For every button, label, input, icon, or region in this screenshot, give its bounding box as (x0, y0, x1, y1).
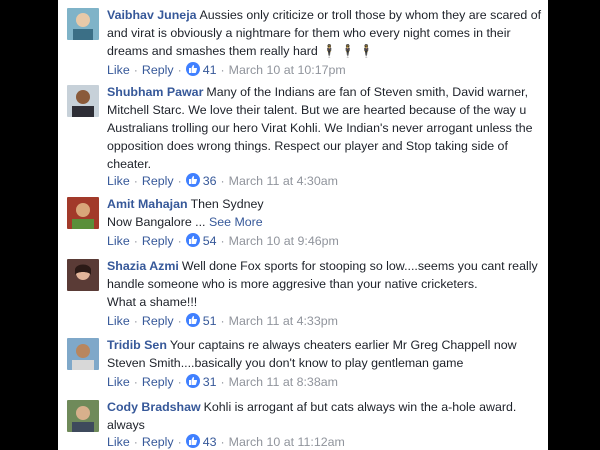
separator-dot: · (133, 234, 138, 248)
separator-dot: · (220, 314, 225, 328)
reply-link[interactable]: Reply (142, 174, 174, 188)
comment-actions: Like · Reply · 54 · March 10 at 9:46pm (107, 233, 339, 249)
comment-actions: Like · Reply · 43 · March 10 at 11:12am (107, 434, 345, 450)
comment-text: Your captains re always cheaters earlier… (107, 338, 517, 370)
thumbs-up-icon (185, 62, 200, 76)
separator-dot: · (133, 435, 138, 449)
comment-body: Shazia Azmi Well done Fox sports for stoo… (107, 257, 543, 311)
separator-dot: · (177, 174, 182, 188)
separator-dot: · (220, 435, 225, 449)
like-link[interactable]: Like (107, 234, 130, 248)
comment-actions: Like · Reply · 36 · March 11 at 4:30am (107, 173, 338, 189)
comment-body: Cody Bradshaw Kohli is arrogant af but ca… (107, 398, 543, 434)
thumbs-up-icon (185, 233, 200, 247)
comment-timestamp[interactable]: March 10 at 10:17pm (229, 63, 346, 77)
avatar[interactable] (67, 259, 99, 291)
separator-dot: · (177, 314, 182, 328)
like-count[interactable]: 31 (203, 375, 217, 389)
comment-body: Shubham Pawar Many of the Indians are fan… (107, 83, 543, 173)
comment-actions: Like · Reply · 31 · March 11 at 8:38am (107, 374, 338, 390)
like-link[interactable]: Like (107, 174, 130, 188)
avatar[interactable] (67, 197, 99, 229)
commenter-name[interactable]: Cody Bradshaw (107, 400, 201, 414)
separator-dot: · (133, 63, 138, 77)
separator-dot: · (220, 234, 225, 248)
emoji-figures: 🕴🕴🕴 (321, 44, 378, 58)
reply-link[interactable]: Reply (142, 63, 174, 77)
comment-timestamp[interactable]: March 11 at 4:33pm (229, 314, 338, 328)
separator-dot: · (177, 435, 182, 449)
like-count[interactable]: 54 (203, 234, 217, 248)
reply-link[interactable]: Reply (142, 375, 174, 389)
comment-timestamp[interactable]: March 10 at 9:46pm (229, 234, 339, 248)
like-link[interactable]: Like (107, 435, 130, 449)
reply-link[interactable]: Reply (142, 234, 174, 248)
separator-dot: · (133, 314, 138, 328)
commenter-name[interactable]: Shubham Pawar (107, 85, 203, 99)
like-count[interactable]: 51 (203, 314, 217, 328)
screenshot-frame: Vaibhav Juneja Aussies only criticize or … (0, 0, 600, 450)
comment-timestamp[interactable]: March 10 at 11:12am (229, 435, 345, 449)
comment-text: Kohli is arrogant af but cats always win… (203, 400, 517, 414)
separator-dot: · (220, 63, 225, 77)
like-link[interactable]: Like (107, 63, 130, 77)
see-more-link[interactable]: See More (209, 215, 263, 229)
like-link[interactable]: Like (107, 314, 130, 328)
commenter-name[interactable]: Tridib Sen (107, 338, 167, 352)
thumbs-up-icon (185, 313, 200, 327)
separator-dot: · (220, 174, 225, 188)
avatar[interactable] (67, 400, 99, 432)
commenter-name[interactable]: Shazia Azmi (107, 259, 179, 273)
commenter-name[interactable]: Vaibhav Juneja (107, 8, 197, 22)
avatar[interactable] (67, 85, 99, 117)
reply-link[interactable]: Reply (142, 435, 174, 449)
comment-text: Then Sydney (190, 197, 264, 211)
like-link[interactable]: Like (107, 375, 130, 389)
separator-dot: · (177, 234, 182, 248)
avatar[interactable] (67, 8, 99, 40)
comment-body: Amit Mahajan Then Sydney Now Bangalore ..… (107, 195, 543, 231)
comment-body: Tridib Sen Your captains re always cheate… (107, 336, 543, 372)
comment-actions: Like · Reply · 41 · March 10 at 10:17pm (107, 62, 346, 78)
comment-timestamp[interactable]: March 11 at 8:38am (229, 375, 338, 389)
avatar[interactable] (67, 338, 99, 370)
separator-dot: · (220, 375, 225, 389)
like-count[interactable]: 43 (203, 435, 217, 449)
like-count[interactable]: 36 (203, 174, 217, 188)
like-count[interactable]: 41 (203, 63, 217, 77)
commenter-name[interactable]: Amit Mahajan (107, 197, 188, 211)
separator-dot: · (177, 375, 182, 389)
comment-body: Vaibhav Juneja Aussies only criticize or … (107, 6, 543, 60)
thumbs-up-icon (185, 434, 200, 448)
separator-dot: · (133, 375, 138, 389)
comment-text-line2: always (107, 418, 145, 432)
separator-dot: · (177, 63, 182, 77)
separator-dot: · (133, 174, 138, 188)
comment-text-line2: Now Bangalore ... (107, 215, 206, 229)
thumbs-up-icon (185, 173, 200, 187)
comment-actions: Like · Reply · 51 · March 11 at 4:33pm (107, 313, 338, 329)
comment-text-line2: What a shame!!! (107, 295, 198, 309)
comments-panel: Vaibhav Juneja Aussies only criticize or … (58, 0, 548, 450)
thumbs-up-icon (185, 374, 200, 388)
comment-timestamp[interactable]: March 11 at 4:30am (229, 174, 338, 188)
reply-link[interactable]: Reply (142, 314, 174, 328)
